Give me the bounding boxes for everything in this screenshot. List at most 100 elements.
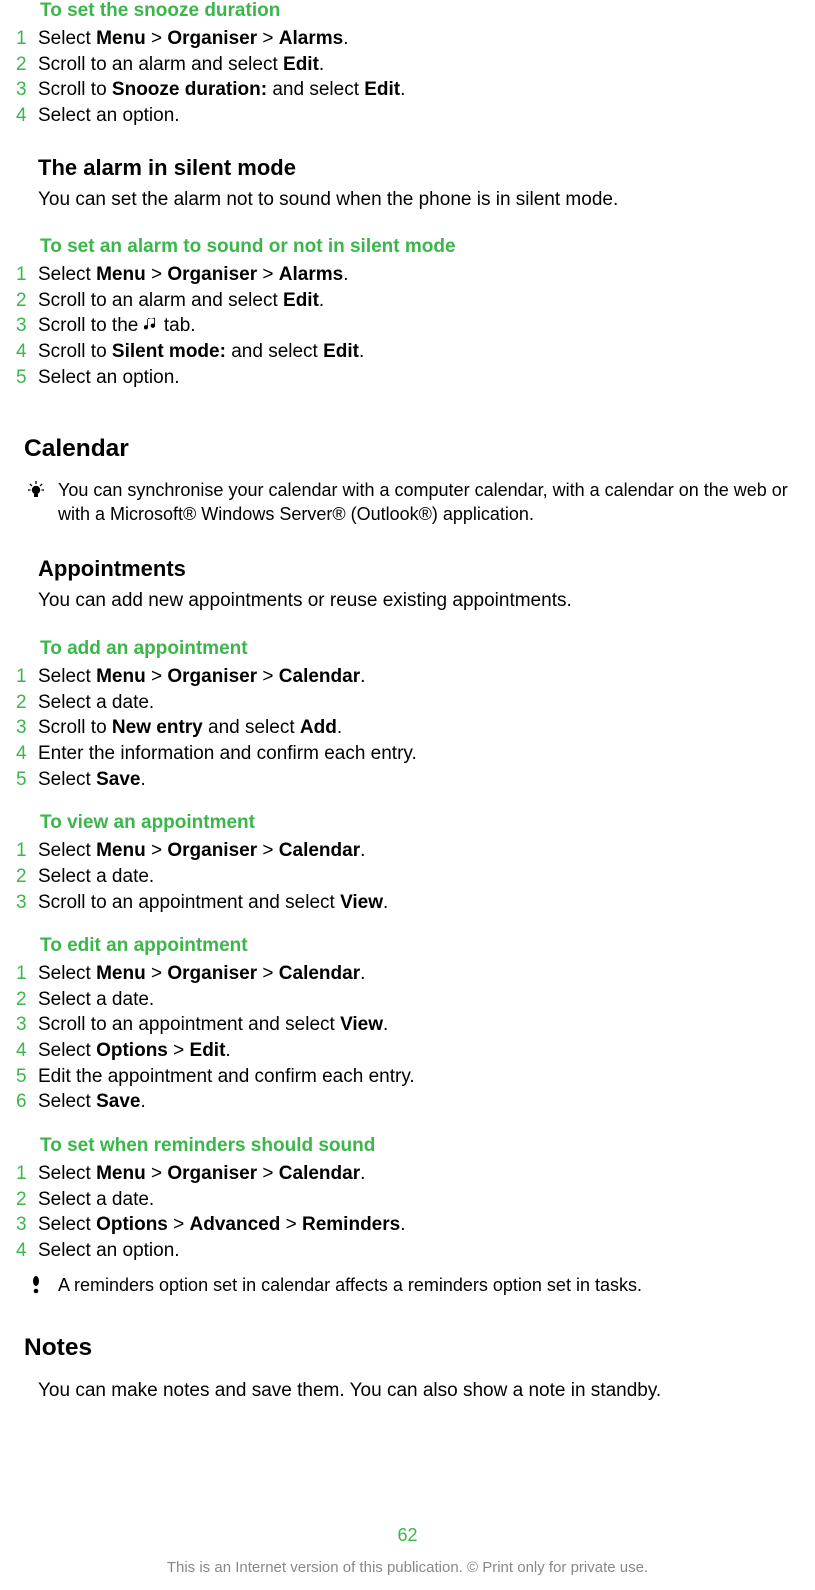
step-text: Select Menu > Organiser > Alarms. — [38, 262, 801, 288]
step-text: Select Options > Edit. — [38, 1038, 801, 1064]
step-num: 4 — [14, 1238, 38, 1264]
step-text: Select an option. — [38, 1238, 801, 1264]
step-row: 2Scroll to an alarm and select Edit. — [14, 288, 801, 314]
steps-silent-a: 1Select Menu > Organiser > Alarms.2Scrol… — [14, 262, 801, 313]
steps-snooze: 1Select Menu > Organiser > Alarms.2Scrol… — [14, 26, 801, 129]
step-num: 1 — [14, 664, 38, 690]
step-text: Select Menu > Organiser > Calendar. — [38, 838, 801, 864]
step-num: 4 — [14, 103, 38, 129]
steps-add-appt: 1Select Menu > Organiser > Calendar.2Sel… — [14, 664, 801, 792]
step-num: 1 — [14, 26, 38, 52]
step-text: Select Save. — [38, 767, 801, 793]
step-row: 2Scroll to an alarm and select Edit. — [14, 52, 801, 78]
step-text: Select Menu > Organiser > Calendar. — [38, 664, 801, 690]
step-row: 3Scroll to an appointment and select Vie… — [14, 890, 801, 916]
heading-calendar: Calendar — [24, 435, 801, 463]
step-num: 2 — [14, 52, 38, 78]
heading-view-appt: To view an appointment — [40, 812, 801, 834]
step-row: 1Select Menu > Organiser > Calendar. — [14, 961, 801, 987]
heading-appointments: Appointments — [38, 556, 801, 582]
step-text: Select Save. — [38, 1089, 801, 1115]
step-text: Select Menu > Organiser > Calendar. — [38, 1161, 801, 1187]
step-row: 2Select a date. — [14, 864, 801, 890]
step-text: Scroll to New entry and select Add. — [38, 715, 801, 741]
step-text: Enter the information and confirm each e… — [38, 741, 801, 767]
steps-reminders: 1Select Menu > Organiser > Calendar.2Sel… — [14, 1161, 801, 1264]
step-text: Select a date. — [38, 864, 801, 890]
step-num: 1 — [14, 838, 38, 864]
step-row: 5Edit the appointment and confirm each e… — [14, 1064, 801, 1090]
note-text: A reminders option set in calendar affec… — [58, 1274, 801, 1298]
step-row: 5Select an option. — [14, 365, 801, 391]
step-num: 3 — [14, 77, 38, 103]
step-num: 2 — [14, 288, 38, 314]
step-text: Scroll to Snooze duration: and select Ed… — [38, 77, 801, 103]
note-calendar: You can synchronise your calendar with a… — [14, 479, 801, 527]
heading-silent-alarm: To set an alarm to sound or not in silen… — [40, 236, 801, 258]
step-num: 1 — [14, 1161, 38, 1187]
step-row: 4Select an option. — [14, 103, 801, 129]
step-num: 2 — [14, 1187, 38, 1213]
step-row: 5Select Save. — [14, 767, 801, 793]
step-text: Select Menu > Organiser > Calendar. — [38, 961, 801, 987]
step-row: 1Select Menu > Organiser > Calendar. — [14, 664, 801, 690]
step-row: 2Select a date. — [14, 1187, 801, 1213]
step3-post: tab. — [159, 315, 196, 336]
step-row: 4Select an option. — [14, 1238, 801, 1264]
step-text: Scroll to the tab. — [38, 313, 801, 339]
step-num: 3 — [14, 1212, 38, 1238]
body-notes: You can make notes and save them. You ca… — [38, 1378, 801, 1404]
step-num: 4 — [14, 741, 38, 767]
steps-silent-b: 4Scroll to Silent mode: and select Edit.… — [14, 339, 801, 390]
step-row: 3Scroll to Snooze duration: and select E… — [14, 77, 801, 103]
step-num: 3 — [14, 715, 38, 741]
step-text: Select an option. — [38, 365, 801, 391]
steps-edit-appt: 1Select Menu > Organiser > Calendar.2Sel… — [14, 961, 801, 1115]
step-row: 4Select Options > Edit. — [14, 1038, 801, 1064]
step-num: 4 — [14, 339, 38, 365]
step-row: 6Select Save. — [14, 1089, 801, 1115]
step3-pre: Scroll to the — [38, 315, 144, 336]
step-text: Select Options > Advanced > Reminders. — [38, 1212, 801, 1238]
step-row: 2Select a date. — [14, 987, 801, 1013]
step-row: 3Scroll to an appointment and select Vie… — [14, 1012, 801, 1038]
step-row: 1Select Menu > Organiser > Calendar. — [14, 1161, 801, 1187]
step-text: Select a date. — [38, 690, 801, 716]
step-row: 3Scroll to New entry and select Add. — [14, 715, 801, 741]
step-row: 1Select Menu > Organiser > Alarms. — [14, 262, 801, 288]
step-text: Scroll to an appointment and select View… — [38, 1012, 801, 1038]
step-num: 1 — [14, 961, 38, 987]
heading-reminders: To set when reminders should sound — [40, 1135, 801, 1157]
step-num: 1 — [14, 262, 38, 288]
step-text: Select an option. — [38, 103, 801, 129]
step-text: Scroll to an alarm and select Edit. — [38, 288, 801, 314]
heading-notes: Notes — [24, 1334, 801, 1362]
step-text: Select a date. — [38, 1187, 801, 1213]
step-num: 3 — [14, 890, 38, 916]
step-text: Scroll to an appointment and select View… — [38, 890, 801, 916]
step-num: 3 — [14, 1012, 38, 1038]
step-num: 3 — [14, 313, 38, 339]
step-num: 2 — [14, 987, 38, 1013]
step-silent-3: 3 Scroll to the tab. — [14, 313, 801, 339]
step-row: 1Select Menu > Organiser > Alarms. — [14, 26, 801, 52]
page-number: 62 — [0, 1525, 815, 1546]
step-row: 2Select a date. — [14, 690, 801, 716]
steps-view-appt: 1Select Menu > Organiser > Calendar.2Sel… — [14, 838, 801, 915]
step-num: 5 — [14, 1064, 38, 1090]
step-row: 1Select Menu > Organiser > Calendar. — [14, 838, 801, 864]
body-silent-mode: You can set the alarm not to sound when … — [38, 187, 801, 213]
note-reminders: A reminders option set in calendar affec… — [14, 1274, 801, 1298]
step-num: 2 — [14, 690, 38, 716]
body-appointments: You can add new appointments or reuse ex… — [38, 588, 801, 614]
heading-snooze: To set the snooze duration — [40, 0, 801, 22]
tip-icon — [14, 479, 58, 501]
step-num: 6 — [14, 1089, 38, 1115]
step-row: 4Enter the information and confirm each … — [14, 741, 801, 767]
music-note-icon — [144, 314, 159, 340]
step-num: 2 — [14, 864, 38, 890]
heading-edit-appt: To edit an appointment — [40, 935, 801, 957]
step-text: Scroll to Silent mode: and select Edit. — [38, 339, 801, 365]
heading-add-appt: To add an appointment — [40, 638, 801, 660]
heading-silent-mode: The alarm in silent mode — [38, 155, 801, 181]
